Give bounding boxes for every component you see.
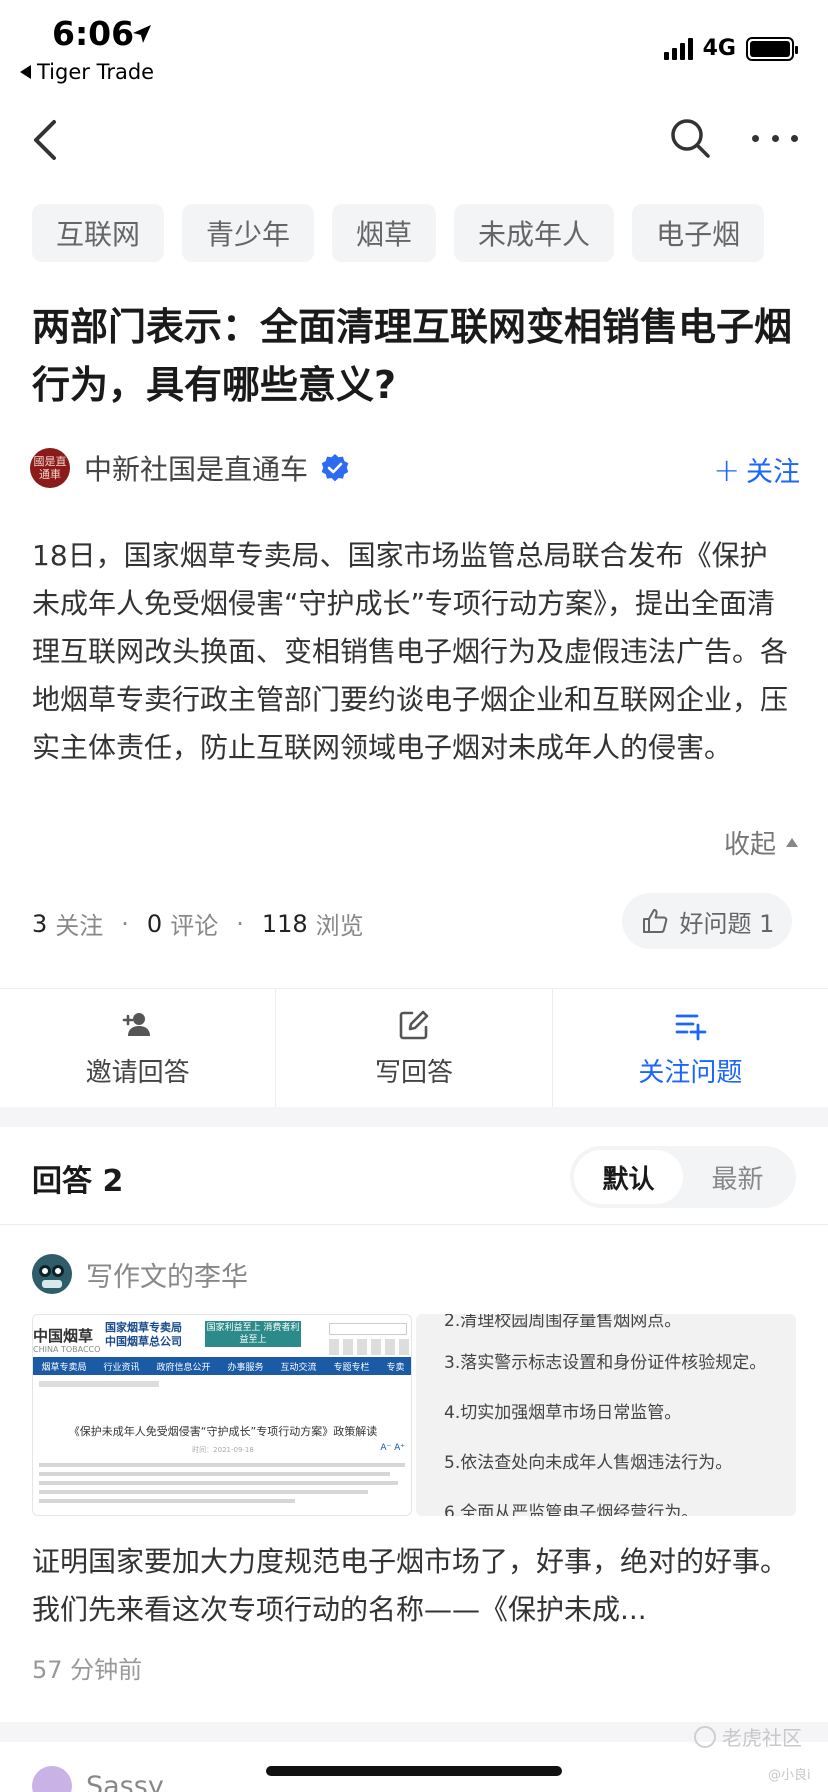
invite-answer-label: 邀请回答 (85, 1057, 190, 1088)
follow-list-icon (675, 1014, 707, 1040)
policy-list-line: 2.清理校园周围存量售烟网点。 (444, 1314, 682, 1331)
site-search-box (329, 1323, 407, 1335)
more-icon[interactable] (752, 128, 798, 148)
status-bar: 6:06 Tiger Trade 4G (0, 0, 828, 92)
invite-icon (122, 1012, 150, 1036)
sort-latest-option[interactable]: 最新 (683, 1150, 792, 1204)
battery-icon (746, 36, 798, 61)
answers-count-title: 回答 2 (32, 1164, 124, 1199)
answer-image-policy-list[interactable]: 2.清理校园周围存量售烟网点。 3.落实警示标志设置和身份证件核验规定。 4.切… (416, 1314, 796, 1516)
policy-list-line: 6.全面从严监管电子烟经营行为。 (444, 1503, 699, 1516)
site-menu-item: 政府信息公开 (156, 1362, 211, 1373)
follow-question-button[interactable]: 关注问题 (553, 989, 828, 1107)
community-watermark: 老虎社区 (694, 1722, 802, 1751)
back-triangle-icon (20, 65, 31, 79)
comments-label: 评论 (170, 912, 219, 940)
follow-label: 关注 (746, 457, 800, 488)
author-name[interactable]: 中新社国是直通车 (84, 448, 308, 488)
follow-author-button[interactable]: + 关注 (713, 450, 800, 489)
tag-internet[interactable]: 互联网 (32, 204, 165, 262)
tag-tobacco[interactable]: 烟草 (332, 204, 437, 262)
question-action-bar: 邀请回答 写回答 关注问题 (0, 989, 828, 1107)
invite-answer-button[interactable]: 邀请回答 (0, 989, 277, 1107)
watermark-brand: 老虎社区 (722, 1726, 802, 1750)
location-arrow-icon (133, 25, 151, 43)
plus-icon: + (713, 450, 740, 489)
good-question-label: 好问题 1 (679, 909, 775, 938)
back-to-app[interactable]: Tiger Trade (20, 60, 154, 84)
question-stats: 3 关注 · 0 评论 · 118 浏览 (32, 906, 364, 941)
site-breadcrumb (39, 1381, 159, 1387)
verified-badge-icon (321, 454, 349, 482)
network-type: 4G (702, 36, 736, 61)
thumbs-up-icon (642, 909, 667, 933)
answer-author-name[interactable]: 写作文的李华 (86, 1255, 248, 1294)
site-menu: 烟草专卖局 行业资讯 政府信息公开 办事服务 互动交流 专题专栏 专卖 (33, 1357, 411, 1375)
policy-list-line: 3.落实警示标志设置和身份证件核验规定。 (444, 1353, 767, 1373)
back-icon[interactable] (30, 118, 64, 162)
tag-e-cigarette[interactable]: 电子烟 (632, 204, 765, 262)
signal-icon (663, 37, 693, 60)
answer-author-row[interactable]: Sassy (32, 1766, 164, 1792)
answer-author-row[interactable]: 写作文的李华 (32, 1254, 248, 1294)
author-avatar[interactable]: 國是直通車 (30, 448, 70, 488)
collapse-button[interactable]: 收起 (724, 824, 798, 861)
views-label: 浏览 (315, 912, 364, 940)
answer-author-avatar[interactable] (32, 1254, 72, 1294)
answer-image-website-screenshot[interactable]: 中国烟草 CHINA TOBACCO 国家烟草专卖局 中国烟草总公司 国家利益至… (32, 1314, 412, 1516)
search-icon[interactable] (668, 116, 712, 160)
policy-doc-body (39, 1463, 405, 1508)
back-app-label: Tiger Trade (37, 60, 155, 84)
answer-excerpt[interactable]: 证明国家要加大力度规范电子烟市场了，好事，绝对的好事。 我们先来看这次专项行动的… (32, 1538, 794, 1634)
site-menu-item: 互动交流 (280, 1362, 317, 1373)
topic-tags: 互联网 青少年 烟草 未成年人 电子烟 (32, 204, 765, 262)
watermark-logo-icon (694, 1725, 716, 1748)
answer-time: 57 分钟前 (32, 1656, 143, 1684)
status-time: 6:06 (52, 14, 135, 53)
edit-icon (399, 1010, 429, 1039)
followers-count: 3 (32, 909, 48, 938)
logo-en: CHINA TOBACCO (33, 1345, 101, 1354)
policy-list-line: 4.切实加强烟草市场日常监管。 (444, 1403, 682, 1423)
tag-minors[interactable]: 未成年人 (454, 204, 615, 262)
write-answer-button[interactable]: 写回答 (276, 989, 553, 1107)
site-menu-item: 烟草专卖局 (41, 1362, 87, 1373)
answer-author-avatar[interactable] (32, 1766, 72, 1792)
comments-count: 0 (146, 909, 163, 938)
policy-list-line: 5.依法查处向未成年人售烟违法行为。 (444, 1453, 733, 1473)
tag-youth[interactable]: 青少年 (182, 204, 315, 262)
followers-label: 关注 (55, 912, 104, 940)
question-description: 18日，国家烟草专卖局、国家市场监管总局联合发布《保护未成年人免受烟侵害“守护成… (32, 539, 789, 764)
section-separator (0, 1107, 828, 1127)
write-answer-label: 写回答 (374, 1057, 453, 1088)
org-name: 国家烟草专卖局 中国烟草总公司 (105, 1321, 182, 1349)
collapse-label: 收起 (723, 830, 776, 860)
divider (0, 1224, 828, 1225)
answer-sort-toggle: 默认 最新 (570, 1146, 796, 1208)
site-menu-item: 专卖 (386, 1362, 405, 1373)
site-menu-item: 行业资讯 (103, 1362, 140, 1373)
good-question-button[interactable]: 好问题 1 (622, 893, 792, 949)
site-menu-item: 专题专栏 (333, 1362, 370, 1373)
home-indicator[interactable] (266, 1766, 562, 1776)
answer-author-name[interactable]: Sassy (86, 1771, 164, 1792)
slogan-banner: 国家利益至上 消费者利益至上 (205, 1321, 301, 1347)
sort-default-option[interactable]: 默认 (574, 1150, 683, 1204)
policy-doc-title: 《保护未成年人免受烟侵害“守护成长”专项行动方案》政策解读 (68, 1425, 378, 1438)
logo-cn: 中国烟草 (33, 1327, 94, 1345)
views-count: 118 (261, 909, 308, 938)
question-title: 两部门表示：全面清理互联网变相销售电子烟行为，具有哪些意义? (32, 305, 793, 407)
watermark-user: @小良i (768, 1768, 811, 1783)
site-top-links (329, 1339, 411, 1355)
site-menu-item: 办事服务 (227, 1362, 264, 1373)
follow-question-label: 关注问题 (638, 1057, 743, 1088)
policy-doc-date: 时间：2021-09-18 (192, 1446, 254, 1454)
font-size-toggle: A⁻ A⁺ (380, 1443, 405, 1453)
org-line-1: 国家烟草专卖局 (105, 1321, 182, 1334)
status-indicators: 4G (663, 36, 798, 61)
question-author-row: 國是直通車 中新社国是直通车 + 关注 (30, 446, 800, 490)
caret-up-icon (786, 838, 798, 847)
org-line-2: 中国烟草总公司 (105, 1335, 182, 1348)
